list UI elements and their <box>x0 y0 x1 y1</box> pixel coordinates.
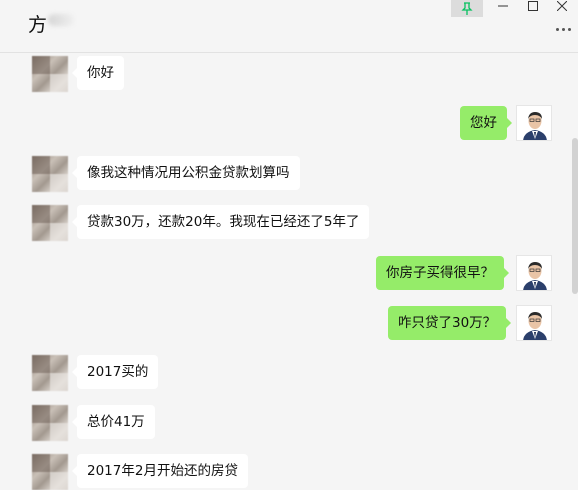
pin-button[interactable] <box>451 0 483 17</box>
minimize-button[interactable] <box>494 0 512 12</box>
pin-icon <box>461 1 473 15</box>
user-avatar-icon <box>517 256 551 290</box>
contact-avatar[interactable] <box>32 56 68 92</box>
user-avatar[interactable] <box>516 305 552 341</box>
message-bubble-received: 贷款30万，还款20年。我现在已经还了5年了 <box>71 205 370 239</box>
title-bar: 方 <box>0 0 578 53</box>
chat-title: 方 <box>28 14 48 36</box>
user-avatar[interactable] <box>516 105 552 141</box>
maximize-button[interactable] <box>524 0 542 12</box>
message-bubble-received: 像我这种情况用公积金贷款划算吗 <box>72 156 300 190</box>
message-bubble-sent: 您好 <box>460 106 512 140</box>
minimize-icon <box>498 5 508 7</box>
maximize-icon <box>528 1 538 11</box>
message-bubble-sent: 咋只贷了30万？ <box>388 306 512 340</box>
contact-avatar[interactable] <box>32 205 68 241</box>
contact-avatar[interactable] <box>32 405 68 441</box>
contact-avatar[interactable] <box>32 454 68 490</box>
message-bubble-received: 你好 <box>72 56 124 90</box>
chat-area[interactable]: 你好 您好 像我这种情况用公积金贷款划算吗 贷款30万，还款20年。我现在已经还… <box>0 54 578 490</box>
title-redacted <box>48 14 74 26</box>
user-avatar-icon <box>517 106 551 140</box>
user-avatar[interactable] <box>516 255 552 291</box>
contact-avatar[interactable] <box>32 156 68 192</box>
more-icon <box>555 27 559 31</box>
scrollbar[interactable] <box>572 138 578 294</box>
message-bubble-received: 2017买的 <box>71 355 159 389</box>
message-bubble-received: 2017年2月开始还的房贷 <box>72 454 248 488</box>
message-bubble-received: 总价41万 <box>72 405 155 439</box>
contact-avatar[interactable] <box>32 355 68 391</box>
close-button[interactable] <box>553 0 571 12</box>
close-icon <box>557 1 567 11</box>
more-button[interactable] <box>552 22 574 36</box>
user-avatar-icon <box>517 306 551 340</box>
message-bubble-sent: 你房子买得很早？ <box>376 256 509 290</box>
